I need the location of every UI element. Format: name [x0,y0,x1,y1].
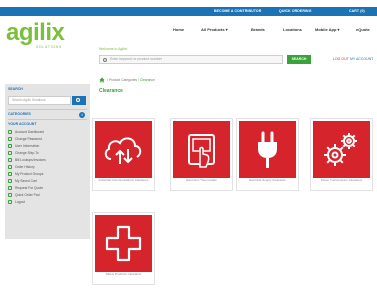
search-icon [103,58,107,62]
quick-ordering-link[interactable]: QUICK ORDERING [279,7,312,16]
nav-brands[interactable]: Brands [251,26,265,34]
sidebar-search-title: SEARCH [8,87,23,91]
sidebar-item-label: Logout [15,200,26,204]
category-label[interactable]: Power Transmission Clearance [313,178,370,183]
sidebar-item-label: User Information [15,144,40,148]
sidebar-search-input[interactable]: Search Agilix Solutions [8,96,71,105]
user-icon [8,144,12,148]
category-label[interactable]: Safety Products Clearance [95,272,152,277]
search-placeholder: Enter keyword or product number [110,57,162,61]
lock-icon [8,137,12,141]
sidebar-search-button[interactable] [72,96,86,105]
page-title: Clearance [99,88,123,94]
become-contributor-link[interactable]: BECOME A CONTRIBUTOR [214,7,261,16]
notepad-icon [8,193,12,197]
sidebar-item-label: Request For Quote [15,186,44,190]
nav-mobile-app[interactable]: Mobile App ▾ [315,26,340,34]
sidebar-item-label: Bill Lookups/Invoices [15,158,46,162]
header-search-button[interactable]: SEARCH [287,55,311,64]
sidebar-item-label: My Product Groups [15,172,44,176]
touch-panel-icon [188,134,215,168]
category-label[interactable]: Electrical Supply Clearance [239,178,296,183]
breadcrumb: / Product Categories / Clearance [107,78,155,82]
sidebar-item-label: Order History [15,165,35,169]
logout-link[interactable]: LOG OUT [333,57,349,61]
category-tile[interactable] [95,215,152,272]
divider [8,119,87,120]
my-account-link[interactable]: MY ACCOUNT [350,57,373,61]
home-icon[interactable] [99,77,105,83]
truck-icon [8,151,12,155]
sidebar-item-label: My Saved Cart [15,179,37,183]
folder-icon [8,172,12,176]
category-card-industrial-communications[interactable]: Industrial Communications Clearance [92,118,155,191]
medical-cross-icon [105,225,142,262]
cloud-transfer-icon [104,137,142,164]
category-label[interactable]: Electronic Thermostats [173,178,230,183]
cart-link[interactable]: CART (0) [349,7,365,16]
category-card-power-transmission[interactable]: Power Transmission Clearance [310,118,373,191]
category-tile[interactable] [313,121,370,178]
gears-icon [324,133,357,166]
category-card-safety-products[interactable]: Safety Products Clearance [92,212,155,285]
nav-locations[interactable]: Locations [283,26,302,34]
sidebar-item-label: Account Dashboard [15,130,44,134]
category-label[interactable]: Industrial Communications Clearance [95,178,152,183]
category-tile[interactable] [173,121,230,178]
nav-equote[interactable]: eQuote [356,26,370,34]
breadcrumb-current: Clearance [139,78,155,82]
welcome-text: Welcome to Agilix! [99,47,128,51]
sidebar: SEARCH Search Agilix Solutions CATEGORIE… [5,84,90,239]
nav-all-products[interactable]: All Products ▾ [201,26,228,34]
logo[interactable]: agilix [6,21,65,45]
sidebar-item-label: Quick Order Pad [15,193,40,197]
nav-home[interactable]: Home [173,26,184,34]
history-icon [8,165,12,169]
document-icon [8,158,12,162]
power-plug-icon [258,131,277,168]
sidebar-account-title: YOUR ACCOUNT [8,122,37,126]
quote-icon [8,186,12,190]
info-icon[interactable]: i [79,112,85,118]
sidebar-search-placeholder: Search Agilix Solutions [12,98,46,102]
divider [8,109,87,110]
sidebar-item-label: Change Password [15,137,42,141]
cart-icon [8,179,12,183]
dashboard-icon [8,130,12,134]
category-tile[interactable] [239,121,296,178]
logout-icon [8,200,12,204]
header-search-input[interactable]: Enter keyword or product number [99,55,283,64]
sidebar-categories-title[interactable]: CATEGORIES [8,112,31,116]
sidebar-item-label: Change Ship-To [15,151,39,155]
search-icon [76,98,80,102]
category-card-electronic-thermostats[interactable]: Electronic Thermostats [170,118,233,191]
breadcrumb-product-categories[interactable]: Product Categories [109,78,137,82]
category-tile[interactable] [95,121,152,178]
category-card-electrical-supply[interactable]: Electrical Supply Clearance [236,118,299,191]
top-utility-bar: BECOME A CONTRIBUTOR QUICK ORDERING CART… [0,7,377,16]
logo-tagline: SOLUTIONS [36,45,62,49]
